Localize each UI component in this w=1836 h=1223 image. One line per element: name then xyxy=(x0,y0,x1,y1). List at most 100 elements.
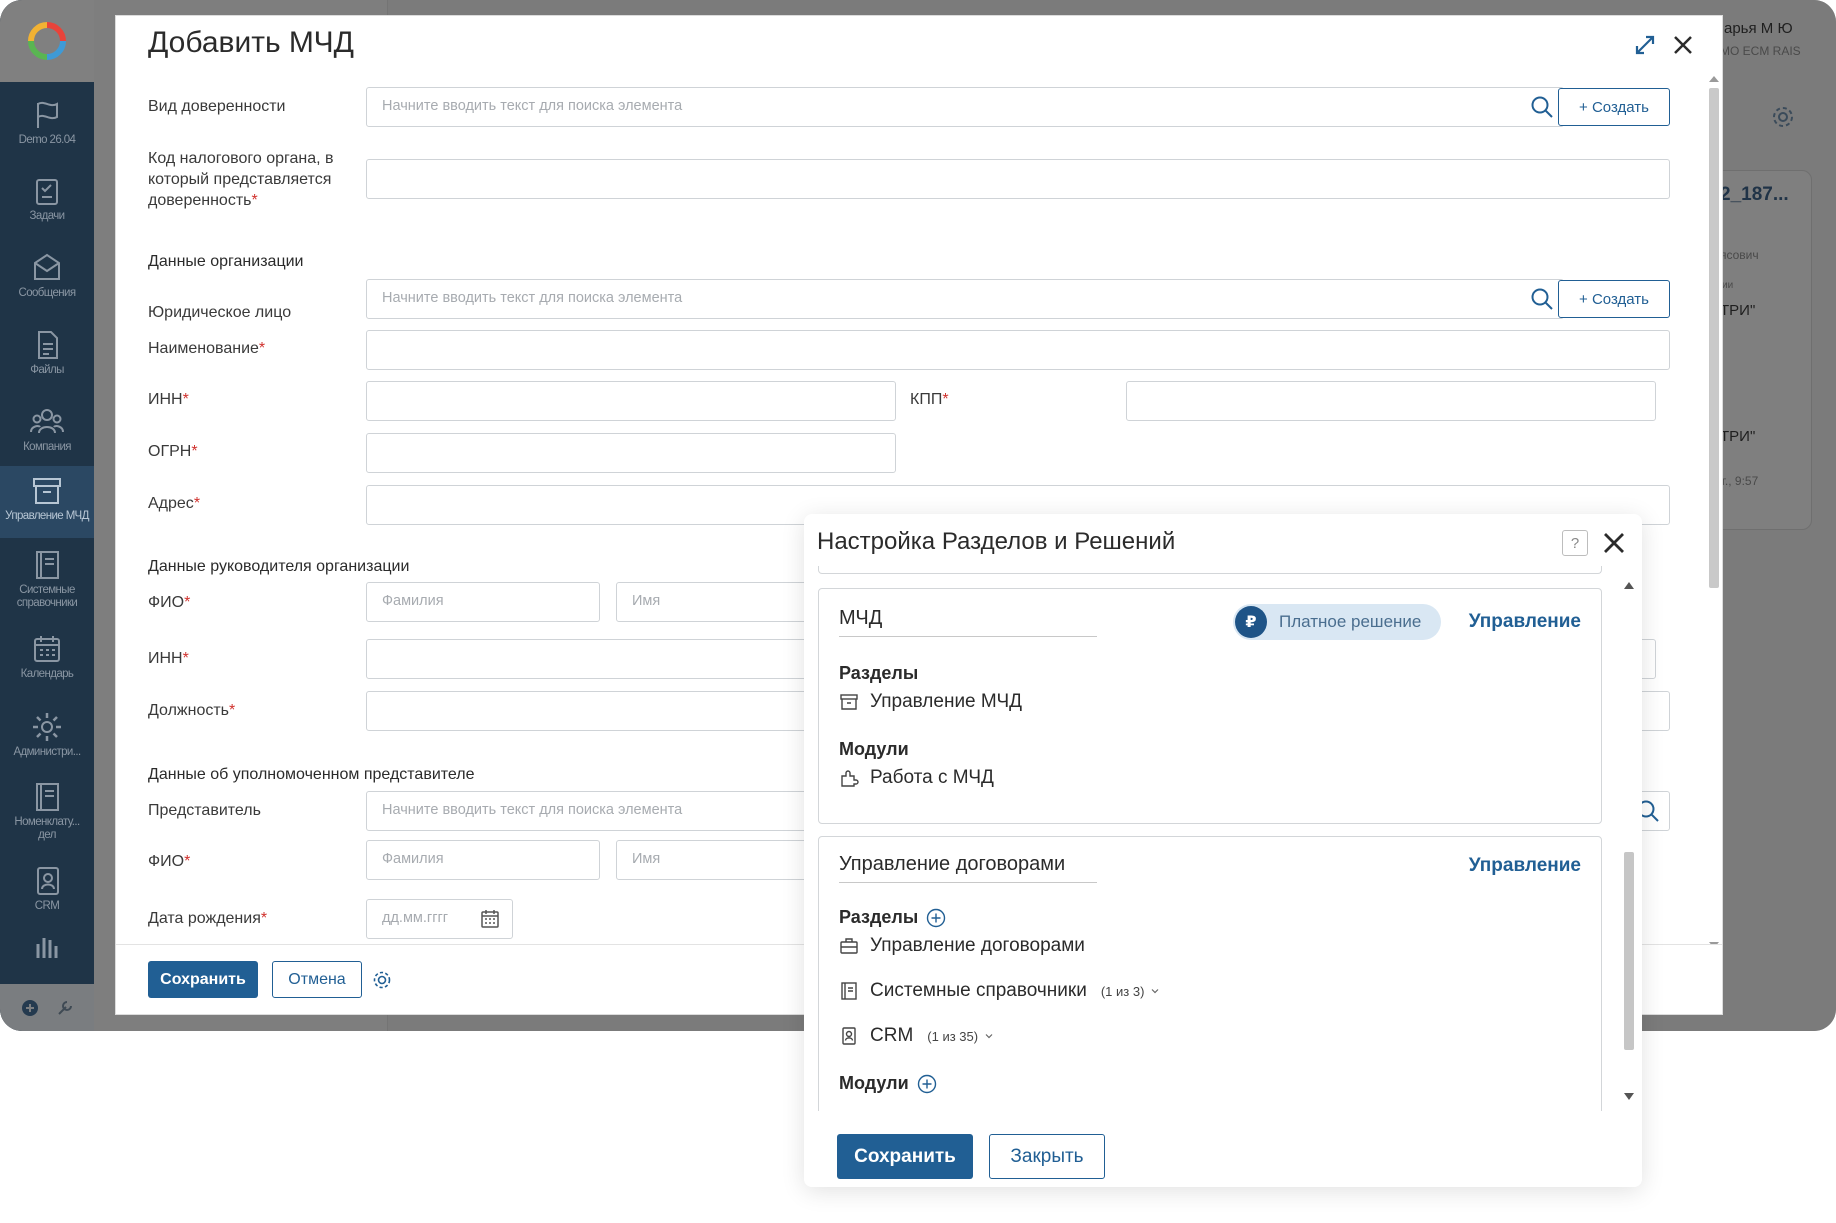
sidebar-item-demo[interactable]: Demo 26.04 xyxy=(0,90,94,164)
book-icon xyxy=(841,982,857,1000)
chevron-down-icon[interactable] xyxy=(984,1031,994,1041)
bg-text: ТРИ" xyxy=(1720,302,1756,319)
position-label: Должность xyxy=(148,700,235,721)
head-section-title: Данные руководителя организации xyxy=(148,558,410,575)
sidebar-item-mchd[interactable]: Управление МЧД xyxy=(0,466,94,538)
sidebar-item-nomenclature[interactable]: Номенклату... дел xyxy=(0,772,94,852)
bg-text: ясович xyxy=(1720,248,1759,262)
first-name-input[interactable]: Имя xyxy=(616,582,836,622)
sections-heading: Разделы xyxy=(839,663,918,684)
manage-link[interactable]: Управление xyxy=(1469,855,1581,877)
calendar-icon[interactable] xyxy=(480,909,500,929)
inn-input[interactable] xyxy=(366,381,896,421)
save-button[interactable]: Сохранить xyxy=(148,961,258,998)
book-icon xyxy=(36,783,59,811)
sidebar-item-admin[interactable]: Администри... xyxy=(0,702,94,776)
scrollbar[interactable] xyxy=(1622,576,1636,1108)
module-item[interactable]: Работа с МЧД xyxy=(839,767,994,789)
sidebar-item-tasks[interactable]: Задачи xyxy=(0,166,94,240)
solution-card-contracts: Управление договорами Управление Разделы… xyxy=(818,836,1602,1111)
chart-icon xyxy=(36,938,58,958)
doc-id: 2_187... xyxy=(1720,184,1789,205)
poa-type-search-input[interactable]: Начните вводить текст для поиска элемент… xyxy=(366,87,1564,127)
add-module-icon[interactable] xyxy=(917,1074,937,1094)
sidebar-item-messages[interactable]: Сообщения xyxy=(0,243,94,317)
sidebar-item-label: Компания xyxy=(23,441,71,453)
legal-entity-search-input[interactable]: Начните вводить текст для поиска элемент… xyxy=(366,279,1564,319)
sidebar-item-files[interactable]: Файлы xyxy=(0,320,94,394)
placeholder: Начните вводить текст для поиска элемент… xyxy=(382,802,683,818)
sidebar-item-calendar[interactable]: Календарь xyxy=(0,624,94,698)
sidebar-item-crm[interactable]: CRM xyxy=(0,856,94,930)
manage-link[interactable]: Управление xyxy=(1469,611,1581,633)
close-button[interactable]: Закрыть xyxy=(989,1134,1105,1179)
modules-heading: Модули xyxy=(839,739,909,760)
bg-text: ТРИ" xyxy=(1720,428,1756,445)
placeholder: Начните вводить текст для поиска элемент… xyxy=(382,98,683,114)
cancel-button[interactable]: Отмена xyxy=(272,961,362,998)
expand-icon xyxy=(1635,35,1655,55)
logo-icon xyxy=(28,22,66,60)
close-icon[interactable] xyxy=(1600,529,1628,557)
save-button[interactable]: Сохранить xyxy=(837,1134,973,1179)
add-section-icon[interactable] xyxy=(926,908,946,928)
name-input[interactable] xyxy=(366,330,1670,370)
create-legal-entity-button[interactable]: + Создать xyxy=(1558,280,1670,318)
search-icon[interactable] xyxy=(1529,286,1555,312)
help-icon: ? xyxy=(1570,534,1580,552)
chevron-down-icon[interactable] xyxy=(1150,986,1160,996)
ogrn-input[interactable] xyxy=(366,433,896,473)
wrench-icon[interactable] xyxy=(55,998,75,1018)
kpp-input[interactable] xyxy=(1126,381,1656,421)
sidebar-item-label: Календарь xyxy=(20,668,74,680)
representative-label: Представитель xyxy=(148,802,261,819)
sidebar-item-more[interactable] xyxy=(0,922,94,972)
contact-icon xyxy=(37,867,59,895)
placeholder: Имя xyxy=(632,851,661,867)
gear-icon[interactable] xyxy=(1770,104,1796,130)
rep-section-title: Данные об уполномоченном представителе xyxy=(148,766,475,783)
sidebar-item-references[interactable]: Системные справочники xyxy=(0,540,94,614)
user-name[interactable]: арья М Ю xyxy=(1724,20,1793,37)
expand-button[interactable] xyxy=(1630,30,1660,60)
help-button[interactable]: ? xyxy=(1562,530,1588,556)
sections-label: Разделы xyxy=(839,907,919,927)
module-label: Работа с МЧД xyxy=(870,767,994,788)
solution-name: Управление договорами xyxy=(839,853,1097,883)
org-name: МО ECM RAIS xyxy=(1720,44,1801,58)
close-icon xyxy=(1674,36,1692,54)
bg-text: ии xyxy=(1722,280,1734,291)
create-poa-type-button[interactable]: + Создать xyxy=(1558,88,1670,126)
rep-first-name-input[interactable]: Имя xyxy=(616,840,836,880)
sidebar-item-label: Номенклату... дел xyxy=(14,816,80,841)
section-item[interactable]: Управление МЧД xyxy=(839,691,1022,713)
birth-date-input[interactable]: дд.мм.гггг xyxy=(366,899,513,939)
close-button[interactable] xyxy=(1668,30,1698,60)
modules-label: Модули xyxy=(839,1073,909,1093)
sidebar-item-label: Управление МЧД xyxy=(5,510,89,522)
search-icon[interactable] xyxy=(1529,94,1555,120)
add-icon[interactable] xyxy=(20,998,40,1018)
section-item[interactable]: Управление договорами xyxy=(839,935,1085,957)
surname-input[interactable]: Фамилия xyxy=(366,582,600,622)
app-logo[interactable] xyxy=(0,0,94,82)
section-item[interactable]: CRM (1 из 35) xyxy=(839,1025,994,1047)
tax-code-input[interactable] xyxy=(366,159,1670,199)
sections-label: Разделы xyxy=(839,663,919,683)
badge-label: Платное решение xyxy=(1279,612,1422,631)
gear-icon[interactable] xyxy=(371,969,393,991)
sidebar-item-label: Администри... xyxy=(13,746,81,758)
fio-label: ФИО xyxy=(148,592,190,613)
scrollbar[interactable] xyxy=(1706,72,1720,952)
contact-icon xyxy=(842,1027,856,1045)
book-icon xyxy=(36,551,59,579)
rep-surname-input[interactable]: Фамилия xyxy=(366,840,600,880)
sidebar-item-company[interactable]: Компания xyxy=(0,397,94,471)
section-item[interactable]: Системные справочники (1 из 3) xyxy=(839,980,1160,1002)
birth-date-label: Дата рождения xyxy=(148,908,267,929)
section-count: (1 из 35) xyxy=(927,1028,979,1044)
dialog-body: МЧД ₽ Платное решение Управление Разделы… xyxy=(818,566,1614,1111)
solution-card-partial xyxy=(818,566,1602,574)
bg-time: г., 9:57 xyxy=(1722,474,1759,488)
sections-heading: Разделы xyxy=(839,907,946,928)
